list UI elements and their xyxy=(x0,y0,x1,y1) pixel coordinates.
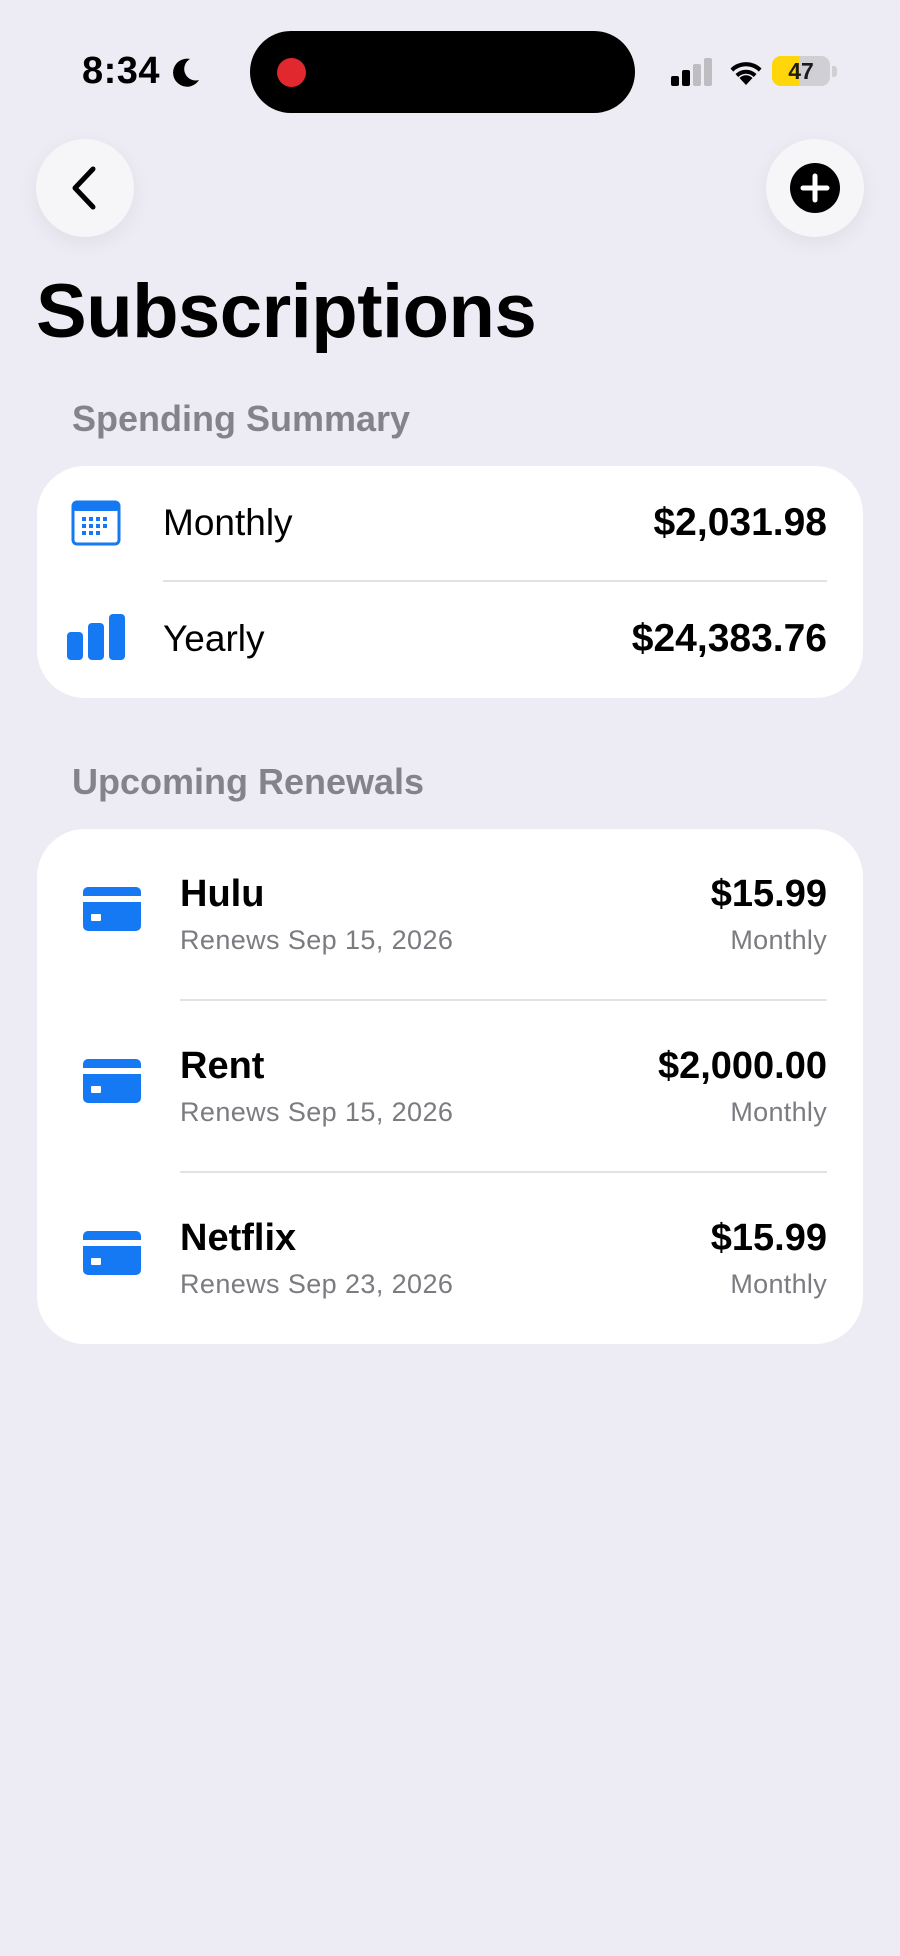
renewal-price: $15.99 xyxy=(710,1217,827,1259)
renewal-frequency: Monthly xyxy=(730,1097,827,1127)
calendar-icon xyxy=(71,500,121,546)
renewal-date: Renews Sep 15, 2026 xyxy=(180,925,454,955)
status-time: 8:34 xyxy=(82,50,161,92)
chevron-left-icon xyxy=(72,166,96,210)
battery-icon: 47 xyxy=(772,56,830,86)
summary-label: Monthly xyxy=(163,502,293,543)
wifi-icon xyxy=(730,62,762,85)
dynamic-island xyxy=(250,31,635,113)
summary-row-yearly[interactable]: Yearly $24,383.76 xyxy=(37,582,863,698)
summary-value: $2,031.98 xyxy=(653,501,827,544)
renewal-item-hulu[interactable]: Hulu Renews Sep 15, 2026 $15.99 Monthly xyxy=(37,829,863,1001)
cellular-signal-icon xyxy=(671,58,712,86)
renewal-date: Renews Sep 23, 2026 xyxy=(180,1269,454,1299)
renewal-frequency: Monthly xyxy=(730,1269,827,1299)
renewal-name: Hulu xyxy=(180,873,265,915)
status-bar: 8:34 47 xyxy=(0,0,900,140)
renewal-name: Rent xyxy=(180,1045,265,1087)
spending-summary-card: Monthly $2,031.98 Yearly $24,383.76 xyxy=(37,466,863,698)
renewal-name: Netflix xyxy=(180,1217,297,1259)
summary-row-monthly[interactable]: Monthly $2,031.98 xyxy=(37,466,863,582)
spending-summary-header: Spending Summary xyxy=(72,398,411,439)
renewal-frequency: Monthly xyxy=(730,925,827,955)
battery-cap xyxy=(832,66,837,77)
credit-card-icon xyxy=(83,887,141,931)
renewal-item-netflix[interactable]: Netflix Renews Sep 23, 2026 $15.99 Month… xyxy=(37,1173,863,1345)
bar-chart-icon xyxy=(67,614,125,660)
renewal-item-rent[interactable]: Rent Renews Sep 15, 2026 $2,000.00 Month… xyxy=(37,1001,863,1173)
upcoming-renewals-card: Hulu Renews Sep 15, 2026 $15.99 Monthly … xyxy=(37,829,863,1344)
battery-level: 47 xyxy=(788,57,814,84)
credit-card-icon xyxy=(83,1231,141,1275)
recording-indicator xyxy=(277,58,306,87)
page-title: Subscriptions xyxy=(36,269,537,354)
plus-circle-icon xyxy=(790,163,840,213)
renewal-price: $2,000.00 xyxy=(657,1045,827,1087)
renewal-date: Renews Sep 15, 2026 xyxy=(180,1097,454,1127)
upcoming-renewals-header: Upcoming Renewals xyxy=(72,761,425,802)
summary-label: Yearly xyxy=(163,618,265,659)
renewal-price: $15.99 xyxy=(710,873,827,915)
moon-icon xyxy=(173,58,199,87)
credit-card-icon xyxy=(83,1059,141,1103)
add-subscription-button[interactable] xyxy=(766,139,864,237)
back-button[interactable] xyxy=(36,139,134,237)
summary-value: $24,383.76 xyxy=(631,617,827,660)
